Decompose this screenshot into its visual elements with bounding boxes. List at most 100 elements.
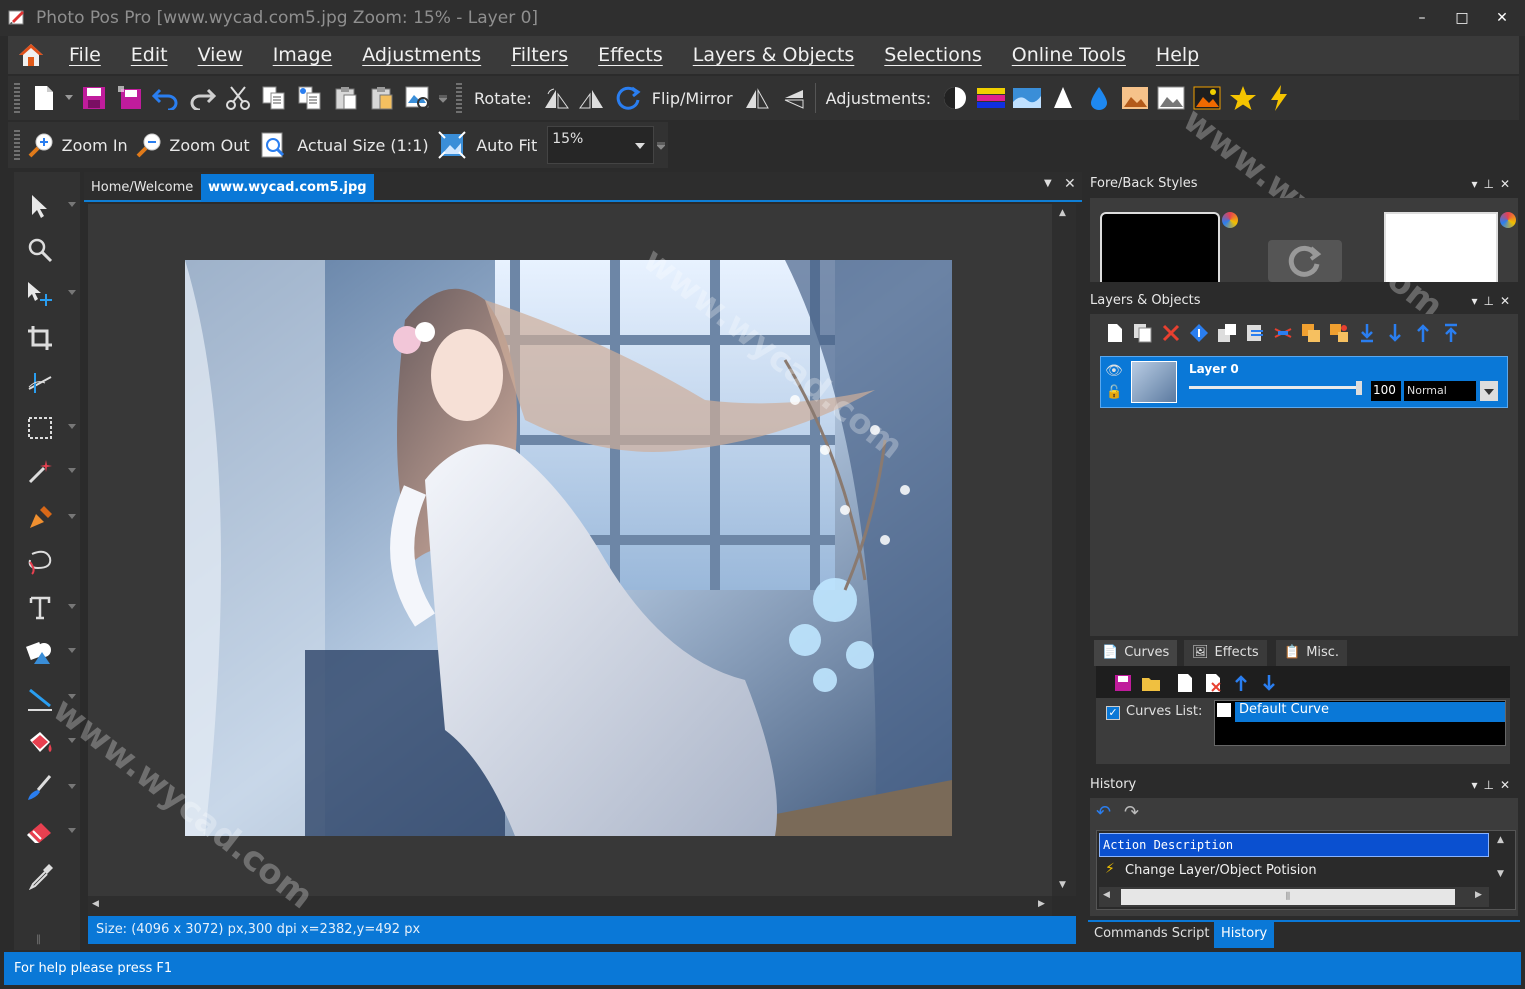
close-button[interactable]: ✕ (1487, 6, 1517, 30)
sharpen-icon[interactable] (1045, 80, 1081, 116)
new-curve-icon[interactable] (1174, 672, 1196, 694)
ungroup-layers-icon[interactable] (1328, 322, 1350, 344)
undo-icon[interactable] (148, 80, 184, 116)
zoom-in-icon[interactable] (26, 127, 56, 163)
menu-edit[interactable]: Edit (116, 36, 183, 74)
chevron-down-icon[interactable] (1480, 381, 1498, 401)
straighten-tool-icon[interactable] (18, 362, 62, 402)
zoom-level-select[interactable]: 15% (547, 126, 655, 164)
tab-home-welcome[interactable]: Home/Welcome (84, 174, 200, 202)
move-curve-down-icon[interactable] (1258, 672, 1280, 694)
opacity-slider-thumb[interactable] (1356, 381, 1362, 395)
image-canvas[interactable] (185, 260, 952, 836)
color-balance-icon[interactable] (973, 80, 1009, 116)
curves-list[interactable]: Default Curve (1214, 700, 1506, 746)
menu-filters[interactable]: Filters (496, 36, 583, 74)
actual-size-button[interactable]: Actual Size (1:1) (291, 136, 434, 155)
delete-curve-icon[interactable] (1202, 672, 1224, 694)
opacity-input[interactable]: 100 (1371, 381, 1401, 401)
tab-effects[interactable]: 🖼 Effects (1184, 640, 1267, 666)
history-vertical-scrollbar[interactable]: ▲ ▼ (1491, 833, 1513, 885)
toolbar-grip[interactable] (14, 130, 20, 160)
free-rotate-icon[interactable] (610, 80, 646, 116)
menu-selections[interactable]: Selections (869, 36, 996, 74)
crop-tool-icon[interactable] (18, 318, 62, 358)
rotate-right-icon[interactable] (574, 80, 610, 116)
menu-help[interactable]: Help (1141, 36, 1214, 74)
palette-icon[interactable] (1500, 212, 1516, 228)
overflow-icon[interactable] (654, 127, 668, 163)
open-curve-icon[interactable] (1140, 672, 1162, 694)
curves-list-checkbox[interactable]: ✓ (1106, 706, 1120, 720)
lasso-tool-icon[interactable] (18, 542, 62, 582)
save-as-icon[interactable] (112, 80, 148, 116)
menu-file[interactable]: File (54, 36, 116, 74)
shape-tool-icon[interactable] (18, 632, 76, 672)
canvas-area[interactable] (88, 204, 1052, 896)
move-curve-up-icon[interactable] (1230, 672, 1252, 694)
new-file-icon[interactable] (26, 80, 62, 116)
flip-vertical-icon[interactable] (775, 80, 811, 116)
flip-horizontal-icon[interactable] (739, 80, 775, 116)
cut-icon[interactable] (220, 80, 256, 116)
zoom-tool-icon[interactable] (18, 230, 62, 270)
brush-tool-icon[interactable] (18, 768, 76, 808)
merge-layer-icon[interactable] (1244, 322, 1266, 344)
toolbar-grip[interactable] (456, 83, 462, 113)
paste-new-image-icon[interactable] (400, 80, 436, 116)
brightness-contrast-icon[interactable] (937, 80, 973, 116)
panel-controls-icon[interactable]: ▾⊥✕ (1471, 773, 1516, 797)
pen-tool-icon[interactable] (18, 498, 76, 538)
star-icon[interactable] (1225, 80, 1261, 116)
magic-wand-tool-icon[interactable] (18, 452, 76, 492)
group-layers-icon[interactable] (1300, 322, 1322, 344)
auto-fix-lightning-icon[interactable] (1261, 80, 1297, 116)
copy-icon[interactable] (256, 80, 292, 116)
curve-list-item[interactable]: Default Curve (1235, 702, 1505, 722)
paste-special-icon[interactable] (364, 80, 400, 116)
chevron-down-icon[interactable] (62, 80, 76, 116)
layer-copy-icon[interactable] (1216, 322, 1238, 344)
tab-history[interactable]: History (1214, 922, 1275, 948)
canvas-vertical-scrollbar[interactable]: ▲ ▼ (1052, 204, 1076, 896)
photo-enhance-icon[interactable] (1117, 80, 1153, 116)
background-style-swatch[interactable] (1384, 212, 1498, 282)
move-layer-bottom-icon[interactable] (1356, 322, 1378, 344)
delete-layer-icon[interactable] (1160, 322, 1182, 344)
opacity-slider[interactable] (1189, 386, 1359, 389)
foreground-style-swatch[interactable] (1100, 212, 1220, 282)
panel-controls-icon[interactable]: ▾⊥✕ (1471, 172, 1516, 196)
overflow-icon[interactable] (436, 80, 450, 116)
toolbar-grip[interactable] (14, 83, 20, 113)
save-curve-icon[interactable] (1112, 672, 1134, 694)
rect-select-tool-icon[interactable] (18, 408, 76, 448)
layer-row[interactable]: 👁 🔓 Layer 0 100 Normal (1100, 356, 1508, 408)
maximize-button[interactable]: □ (1447, 6, 1477, 30)
history-undo-icon[interactable]: ↶ (1096, 802, 1111, 823)
tab-active-image[interactable]: www.wycad.com5.jpg (201, 174, 374, 202)
close-tab-icon[interactable]: ✕ (1064, 176, 1076, 192)
eraser-tool-icon[interactable] (18, 812, 76, 852)
tab-curves[interactable]: 📄 Curves (1094, 640, 1178, 666)
swap-styles-icon[interactable] (1268, 240, 1342, 282)
redo-icon[interactable] (184, 80, 220, 116)
photo-grayscale-icon[interactable] (1153, 80, 1189, 116)
copy-merged-icon[interactable] (292, 80, 328, 116)
auto-fit-button[interactable]: Auto Fit (470, 136, 543, 155)
flip-mirror-label[interactable]: Flip/Mirror (646, 89, 739, 108)
tabs-dropdown-icon[interactable]: ▼ (1044, 178, 1052, 189)
minimize-button[interactable]: – (1407, 6, 1437, 30)
canvas-horizontal-scrollbar[interactable]: ◀ ▶ (88, 896, 1052, 916)
eye-visibility-icon[interactable]: 👁 (1105, 363, 1123, 379)
home-icon[interactable] (8, 36, 54, 74)
levels-icon[interactable] (1009, 80, 1045, 116)
paste-icon[interactable] (328, 80, 364, 116)
blur-drop-icon[interactable] (1081, 80, 1117, 116)
blend-mode-select[interactable]: Normal (1404, 381, 1476, 401)
flatten-icon[interactable] (1272, 322, 1294, 344)
history-item[interactable]: Change Layer/Object Potision (1125, 863, 1317, 878)
lock-icon[interactable]: 🔓 (1106, 385, 1122, 400)
pointer-tool-icon[interactable] (18, 186, 76, 226)
move-layer-down-icon[interactable] (1384, 322, 1406, 344)
tab-misc[interactable]: 📋 Misc. (1276, 640, 1348, 666)
